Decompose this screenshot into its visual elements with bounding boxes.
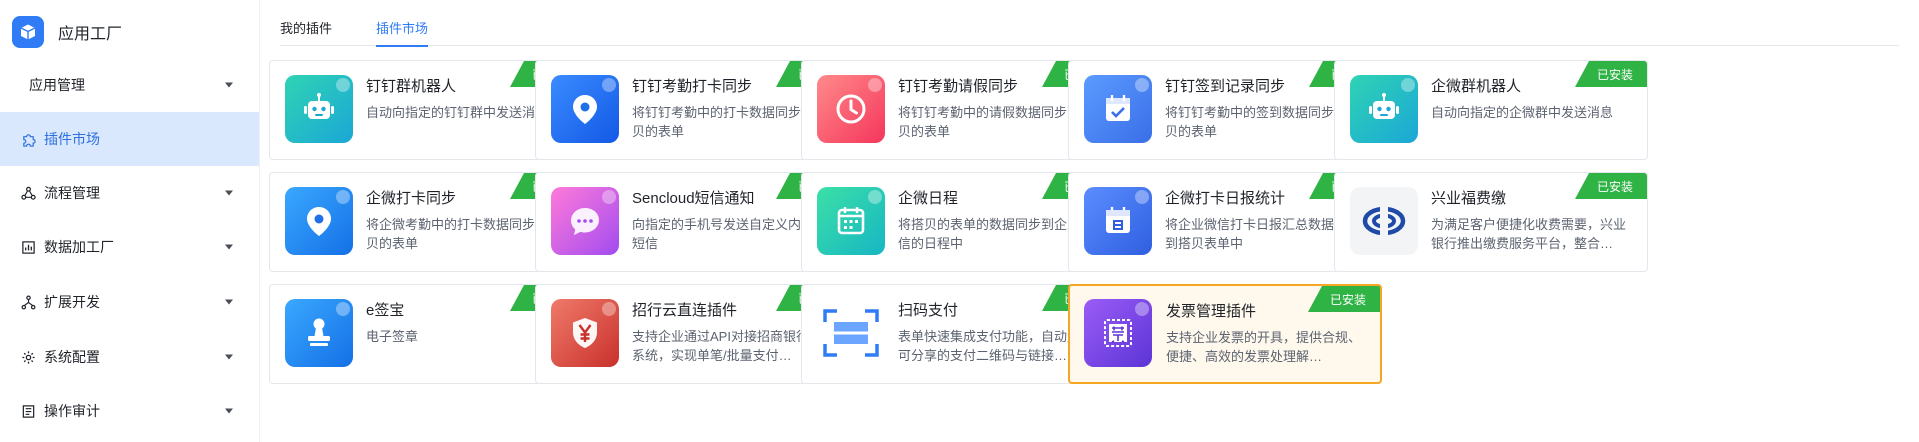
tab-bar: 我的插件 插件市场 — [280, 0, 1899, 47]
plugin-title: 钉钉群机器人 — [366, 78, 457, 95]
installed-badge: 已安装 — [1575, 173, 1647, 199]
installed-badge: 已安装 — [1575, 61, 1647, 87]
sidebar-item-6[interactable]: 操作审计 — [0, 384, 259, 438]
audit-icon — [20, 403, 36, 419]
brand: 应用工厂 — [0, 0, 259, 64]
plugin-card[interactable]: 企微群机器人自动向指定的企微群中发送消息 已安装 — [1334, 60, 1648, 160]
installed-badge: 已安装 — [1308, 286, 1380, 312]
chevron-down-icon — [225, 299, 233, 305]
location-pin-icon — [551, 75, 619, 143]
plugin-title: e签宝 — [366, 302, 405, 319]
plugin-description: 支持企业发票的开具，提供合规、便捷、高效的发票处理解… — [1166, 330, 1362, 364]
plugin-title: 扫码支付 — [898, 302, 959, 319]
plugin-card[interactable]: 发票管理插件支持企业发票的开具，提供合规、便捷、高效的发票处理解… 已安装 — [1068, 284, 1382, 384]
chevron-down-icon — [225, 354, 233, 360]
flow-icon — [20, 185, 36, 201]
chat-bubble-icon — [551, 187, 619, 255]
corner-decoration — [602, 302, 616, 316]
chart-icon — [20, 239, 36, 255]
plugin-title: 兴业福费缴 — [1431, 190, 1507, 207]
plugin-title: 招行云直连插件 — [632, 302, 738, 319]
plugin-title: 发票管理插件 — [1166, 303, 1257, 320]
scan-icon — [817, 299, 885, 367]
sidebar-item-label: 系统配置 — [44, 349, 100, 365]
sidebar: 应用工厂 应用管理插件市场流程管理数据加工厂扩展开发系统配置操作审计 — [0, 0, 259, 442]
calendar-check-icon — [1084, 75, 1152, 143]
calendar-day-icon — [1084, 187, 1152, 255]
gear-icon — [20, 349, 36, 365]
corner-decoration — [1135, 190, 1149, 204]
clock-icon — [817, 75, 885, 143]
sidebar-item-0[interactable]: 应用管理 — [0, 58, 259, 112]
calendar-icon — [817, 187, 885, 255]
plugin-title: 企微打卡同步 — [366, 190, 457, 207]
corner-decoration — [1135, 78, 1149, 92]
corner-decoration — [1135, 302, 1149, 316]
sidebar-item-1[interactable]: 插件市场 — [0, 112, 259, 166]
cib-bank-logo-icon — [1350, 187, 1418, 255]
sidebar-item-3[interactable]: 数据加工厂 — [0, 220, 259, 274]
sidebar-item-label: 数据加工厂 — [44, 239, 114, 255]
yuan-shield-icon — [551, 299, 619, 367]
sidebar-item-label: 插件市场 — [44, 131, 100, 147]
plugin-title: 钉钉考勤打卡同步 — [632, 78, 753, 95]
corner-decoration — [336, 302, 350, 316]
plugin-card[interactable]: 兴业福费缴为满足客户便捷化收费需要，兴业银行推出缴费服务平台，整合… 已安装 — [1334, 172, 1648, 272]
corner-decoration — [1401, 78, 1415, 92]
puzzle-icon — [20, 131, 36, 147]
sidebar-item-label: 应用管理 — [29, 77, 85, 93]
sidebar-item-label: 操作审计 — [44, 403, 100, 419]
tab-my-plugins[interactable]: 我的插件 — [280, 18, 332, 46]
invoice-icon — [1084, 299, 1152, 367]
corner-decoration — [336, 78, 350, 92]
plugin-title: Sencloud短信通知 — [632, 190, 755, 207]
chevron-down-icon — [225, 190, 233, 196]
main-content: 我的插件 插件市场 钉钉群机器人自动向指定的钉钉群中发送消息已安装钉钉考勤打卡同… — [259, 0, 1919, 442]
plugin-title: 企微打卡日报统计 — [1165, 190, 1286, 207]
stamp-icon — [285, 299, 353, 367]
cube-icon — [12, 16, 44, 48]
plugin-title: 钉钉考勤请假同步 — [898, 78, 1019, 95]
chevron-down-icon — [225, 82, 233, 88]
corner-decoration — [868, 190, 882, 204]
corner-decoration — [602, 78, 616, 92]
plugin-title: 钉钉签到记录同步 — [1165, 78, 1286, 95]
sidebar-item-2[interactable]: 流程管理 — [0, 166, 259, 220]
plugin-title: 企微日程 — [898, 190, 959, 207]
corner-decoration — [868, 78, 882, 92]
sidebar-item-label: 流程管理 — [44, 185, 100, 201]
location-pin-icon — [285, 187, 353, 255]
plugin-title: 企微群机器人 — [1431, 78, 1522, 95]
sidebar-item-4[interactable]: 扩展开发 — [0, 275, 259, 329]
sidebar-item-5[interactable]: 系统配置 — [0, 330, 259, 384]
robot-icon — [285, 75, 353, 143]
plugin-description: 自动向指定的企微群中发送消息 — [1431, 105, 1614, 120]
branch-icon — [20, 294, 36, 310]
app-title: 应用工厂 — [58, 26, 123, 43]
corner-decoration — [602, 190, 616, 204]
sidebar-item-label: 扩展开发 — [44, 294, 100, 310]
tab-plugin-market[interactable]: 插件市场 — [376, 18, 429, 47]
chevron-down-icon — [225, 408, 233, 414]
corner-decoration — [336, 190, 350, 204]
chevron-down-icon — [225, 244, 233, 250]
plugin-description: 为满足客户便捷化收费需要，兴业银行推出缴费服务平台，整合… — [1431, 217, 1627, 251]
robot-icon — [1350, 75, 1418, 143]
